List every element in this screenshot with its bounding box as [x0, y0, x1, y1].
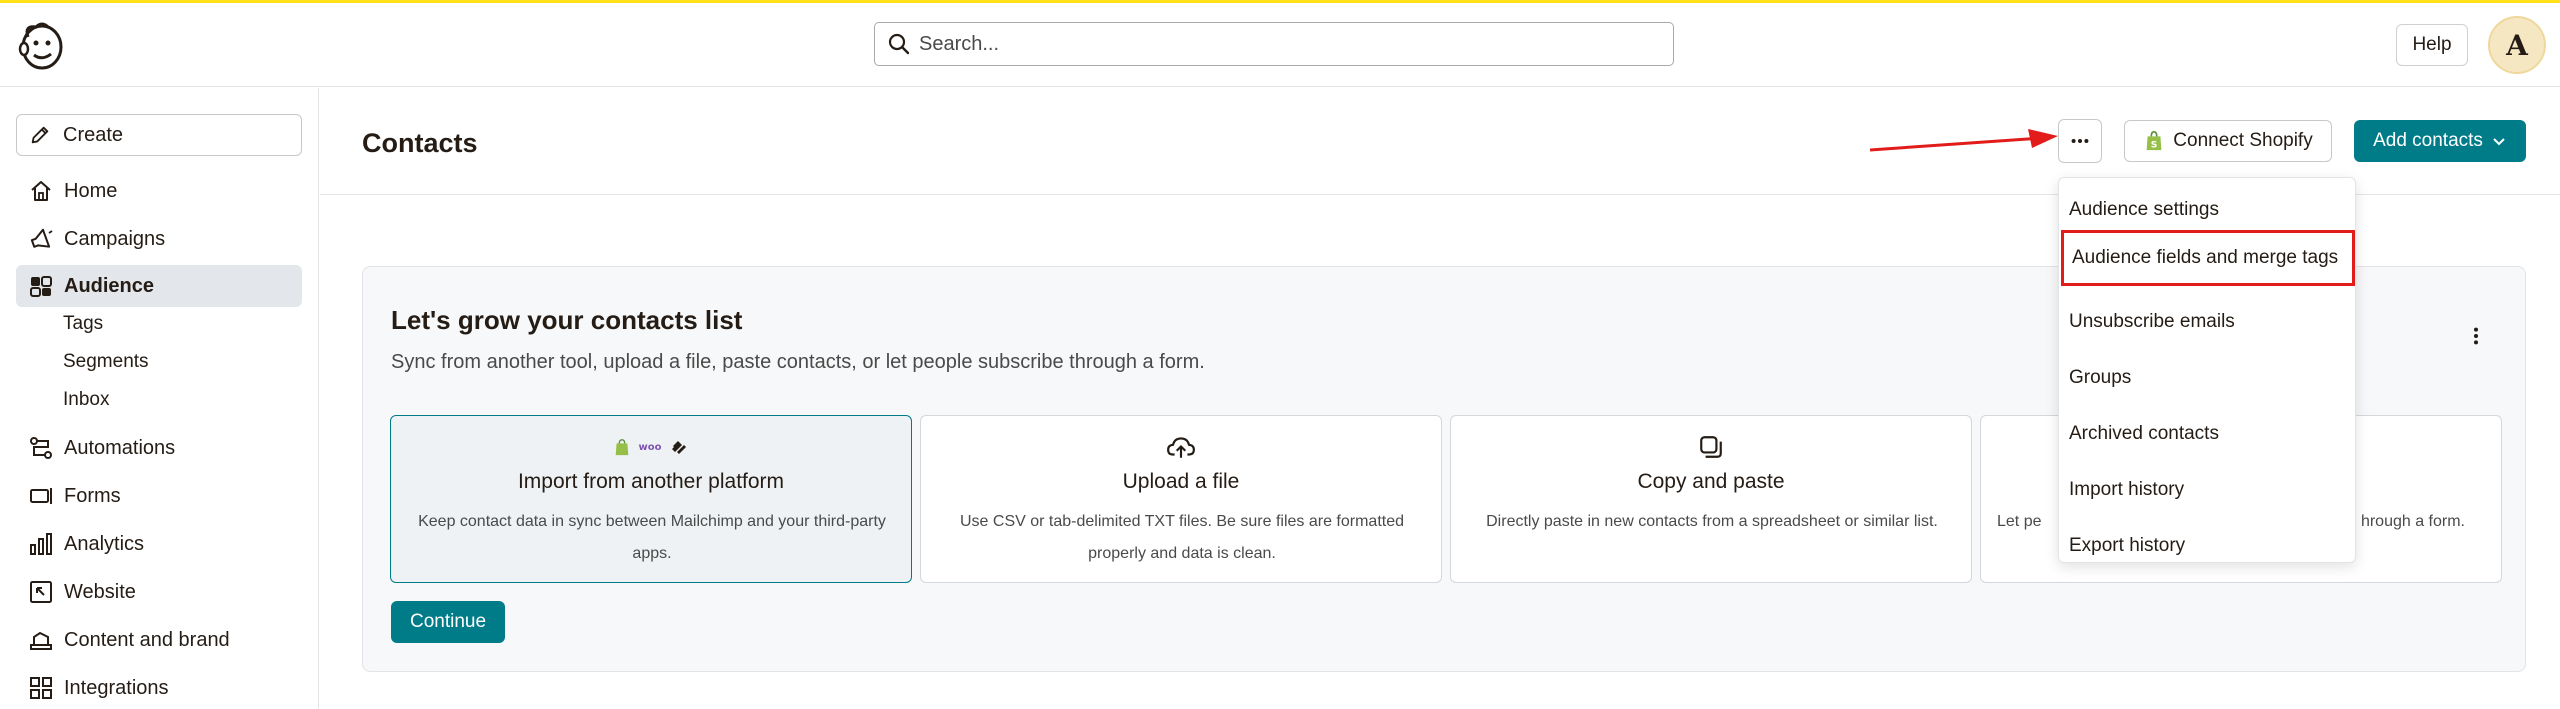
- sidebar-item-label: Website: [64, 580, 136, 603]
- audience-icon: [30, 276, 52, 297]
- sidebar-subitem-tags[interactable]: Tags: [63, 313, 103, 335]
- sidebar-item-audience[interactable]: Audience: [16, 265, 302, 307]
- mailchimp-logo-icon[interactable]: [14, 17, 70, 73]
- sidebar-subitem-segments[interactable]: Segments: [63, 351, 149, 373]
- sidebar-item-forms[interactable]: Forms: [16, 475, 302, 517]
- help-button[interactable]: Help: [2396, 24, 2468, 66]
- cloud-upload-icon: [1167, 437, 1195, 458]
- add-contacts-button[interactable]: Add contacts: [2354, 120, 2526, 162]
- avatar[interactable]: A: [2488, 16, 2546, 74]
- sidebar-item-analytics[interactable]: Analytics: [16, 523, 302, 565]
- woocommerce-icon: woo: [638, 441, 662, 453]
- shopify-icon: S: [2146, 131, 2162, 150]
- menu-item-groups[interactable]: Groups: [2059, 350, 2357, 406]
- connect-shopify-button[interactable]: S Connect Shopify: [2124, 120, 2332, 162]
- ellipsis-icon: [2071, 138, 2089, 144]
- connect-shopify-label: Connect Shopify: [2173, 130, 2313, 151]
- chevron-down-icon: [2493, 138, 2505, 146]
- continue-button[interactable]: Continue: [391, 601, 505, 643]
- sidebar-item-integrations[interactable]: Integrations: [16, 667, 302, 709]
- card-menu-button[interactable]: [2461, 321, 2491, 351]
- more-options-dropdown: Audience settings Audience fields and me…: [2058, 177, 2356, 563]
- sidebar-item-label: Audience: [64, 274, 155, 297]
- menu-item-audience-fields[interactable]: Audience fields and merge tags: [2061, 230, 2355, 286]
- integrations-icon: [30, 677, 52, 699]
- automations-icon: [30, 437, 52, 459]
- grow-card-subtitle: Sync from another tool, upload a file, p…: [391, 351, 1205, 373]
- sidebar: Create Home Campaigns Audience Tags Segm…: [0, 88, 319, 709]
- sidebar-item-label: Campaigns: [64, 227, 166, 250]
- megaphone-icon: [30, 228, 53, 248]
- option-description-left: Let pe: [1997, 513, 2042, 530]
- option-description: Keep contact data in sync between Mailch…: [418, 513, 886, 562]
- create-label: Create: [63, 123, 124, 146]
- option-description: Use CSV or tab-delimited TXT files. Be s…: [959, 513, 1405, 562]
- search-bar[interactable]: [874, 22, 1674, 66]
- sidebar-subitem-inbox[interactable]: Inbox: [63, 389, 109, 411]
- sidebar-item-label: Automations: [64, 436, 176, 459]
- copy-icon: [1700, 436, 1722, 458]
- sidebar-item-label: Integrations: [64, 676, 169, 699]
- option-title: Upload a file: [1122, 470, 1240, 493]
- content-icon: [30, 631, 52, 650]
- page-title: Contacts: [362, 128, 478, 158]
- sidebar-item-home[interactable]: Home: [16, 170, 302, 212]
- sidebar-item-automations[interactable]: Automations: [16, 427, 302, 469]
- option-import-platform[interactable]: woo Import from another platform Keep co…: [390, 415, 912, 583]
- add-contacts-label: Add contacts: [2373, 130, 2483, 151]
- sidebar-item-content-and-brand[interactable]: Content and brand: [16, 619, 302, 661]
- grow-card-title: Let's grow your contacts list: [391, 305, 743, 335]
- annotation-arrow-icon: [1870, 129, 2058, 152]
- create-button[interactable]: Create: [16, 114, 302, 156]
- menu-item-export-history[interactable]: Export history: [2059, 518, 2357, 574]
- search-input[interactable]: [919, 32, 1619, 56]
- kebab-menu-icon: [2473, 327, 2479, 345]
- svg-text:S: S: [2151, 139, 2158, 150]
- sidebar-item-campaigns[interactable]: Campaigns: [16, 218, 302, 260]
- option-copy-paste[interactable]: Copy and paste Directly paste in new con…: [1450, 415, 1972, 583]
- sidebar-item-label: Analytics: [64, 532, 145, 555]
- option-title: Import from another platform: [517, 470, 785, 493]
- menu-item-archived-contacts[interactable]: Archived contacts: [2059, 406, 2357, 462]
- sidebar-item-label: Forms: [64, 484, 121, 507]
- option-description-right: hrough a form.: [2360, 513, 2465, 530]
- search-icon: [888, 33, 910, 55]
- shopify-icon: [615, 439, 628, 456]
- top-header: Help A: [0, 3, 2560, 87]
- platform-icons: woo: [391, 434, 911, 460]
- more-options-button[interactable]: [2058, 119, 2102, 163]
- menu-item-import-history[interactable]: Import history: [2059, 462, 2357, 518]
- sidebar-item-label: Content and brand: [64, 628, 230, 651]
- option-description: Directly paste in new contacts from a sp…: [1486, 513, 1938, 530]
- website-icon: [30, 581, 52, 603]
- home-icon: [31, 181, 51, 201]
- pencil-icon: [31, 126, 49, 144]
- sidebar-item-label: Home: [64, 179, 118, 202]
- forms-icon: [30, 488, 52, 504]
- option-upload-file[interactable]: Upload a file Use CSV or tab-delimited T…: [920, 415, 1442, 583]
- squarespace-icon: [672, 441, 687, 454]
- analytics-icon: [30, 533, 52, 555]
- option-title: Copy and paste: [1637, 470, 1785, 493]
- sidebar-item-website[interactable]: Website: [16, 571, 302, 613]
- menu-item-unsubscribe-emails[interactable]: Unsubscribe emails: [2059, 294, 2357, 350]
